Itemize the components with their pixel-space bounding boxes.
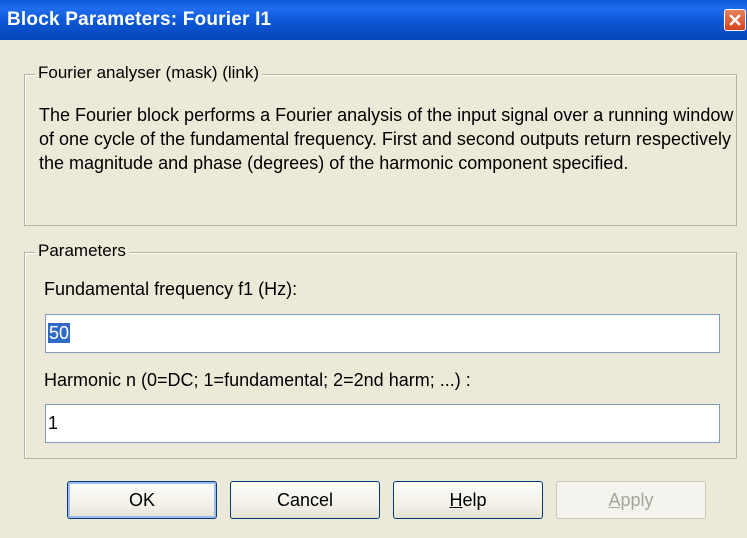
title-bar[interactable]: Block Parameters: Fourier I1 [0, 0, 747, 40]
cancel-button[interactable]: Cancel [230, 481, 380, 519]
apply-mnemonic: A [608, 489, 621, 510]
fundamental-frequency-value: 50 [48, 323, 71, 343]
help-mnemonic: H [449, 489, 463, 510]
fundamental-frequency-input[interactable]: 50 [45, 314, 720, 353]
harmonic-label: Harmonic n (0=DC; 1=fundamental; 2=2nd h… [44, 370, 471, 390]
help-button[interactable]: Help [393, 481, 543, 519]
parameters-group: Parameters Fundamental frequency f1 (Hz)… [24, 241, 737, 459]
parameters-legend: Parameters [35, 241, 129, 261]
ok-button-label: OK [128, 489, 155, 510]
apply-button-label: pply [620, 489, 654, 510]
window-title: Block Parameters: Fourier I1 [7, 9, 272, 30]
close-icon [729, 14, 741, 26]
description-legend: Fourier analyser (mask) (link) [35, 63, 263, 83]
close-button[interactable] [724, 9, 746, 31]
cancel-button-label: Cancel [276, 489, 334, 510]
ok-button[interactable]: OK [67, 481, 217, 519]
fundamental-frequency-label: Fundamental frequency f1 (Hz): [44, 279, 298, 299]
help-button-label: elp [462, 489, 487, 510]
description-text: The Fourier block performs a Fourier ana… [39, 105, 734, 173]
dialog-window: Block Parameters: Fourier I1 Fourier ana… [0, 0, 747, 538]
harmonic-input[interactable]: 1 [45, 404, 720, 443]
description-group: Fourier analyser (mask) (link) The Fouri… [24, 63, 737, 226]
apply-button[interactable]: Apply [556, 481, 706, 519]
harmonic-value: 1 [48, 413, 59, 433]
